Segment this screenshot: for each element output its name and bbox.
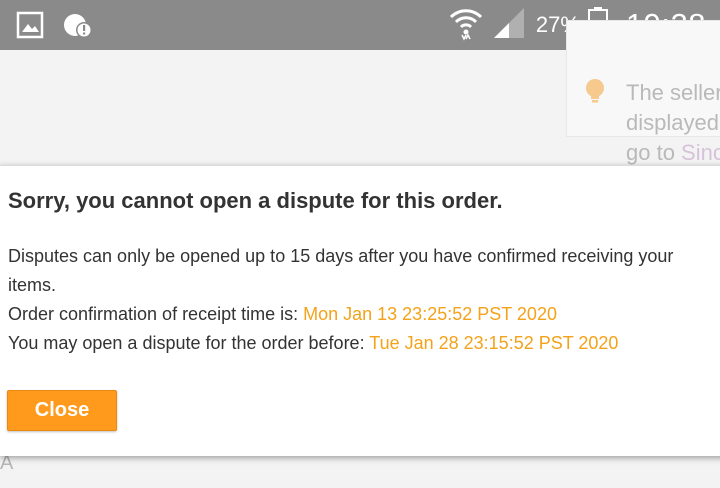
confirmation-label: Order confirmation of receipt time is:: [8, 304, 304, 324]
deadline-time: Tue Jan 28 23:15:52 PST 2020: [369, 333, 619, 353]
background-note-text: The seller displayed go to Sinc: [626, 78, 720, 168]
confirmation-time: Mon Jan 13 23:25:52 PST 2020: [303, 304, 557, 324]
signal-icon: [492, 6, 526, 45]
dialog-body: Disputes can only be opened up to 15 day…: [8, 242, 720, 358]
dialog-title: Sorry, you cannot open a dispute for thi…: [8, 188, 503, 213]
lightbulb-icon: [584, 78, 606, 111]
background-note-link: Sinc: [681, 140, 720, 165]
image-icon: [16, 11, 44, 44]
wifi-icon: [448, 5, 484, 46]
deadline-line: You may open a dispute for the order bef…: [8, 329, 720, 358]
confirmation-line: Order confirmation of receipt time is: M…: [8, 300, 720, 329]
status-bar-left-icons: [16, 10, 94, 45]
deadline-label: You may open a dispute for the order bef…: [8, 333, 370, 353]
dispute-dialog: Sorry, you cannot open a dispute for thi…: [0, 165, 720, 456]
close-button[interactable]: Close: [7, 390, 117, 431]
alert-icon: [62, 10, 94, 45]
dispute-policy-text: Disputes can only be opened up to 15 day…: [8, 246, 674, 295]
